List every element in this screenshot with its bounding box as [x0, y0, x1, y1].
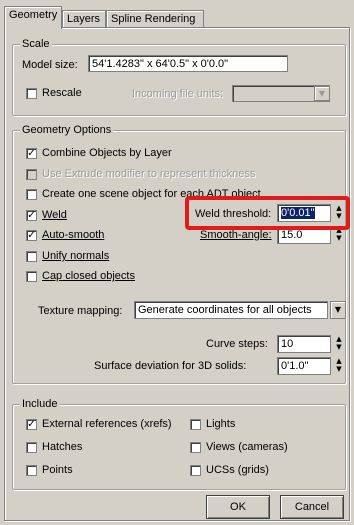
- smooth-angle-value: 15.0: [281, 229, 303, 241]
- cap-closed-objects-label-text: Cap closed objects: [42, 270, 135, 282]
- smooth-angle-label: Smooth-angle:: [200, 228, 272, 242]
- texture-mapping-value: Generate coordinates for all objects: [138, 304, 312, 316]
- rescale-checkbox[interactable]: [26, 88, 37, 99]
- scale-legend: Scale: [20, 38, 52, 51]
- one-scene-object-checkbox[interactable]: [26, 189, 37, 200]
- points-checkbox[interactable]: [26, 465, 37, 476]
- auto-smooth-label: Auto-smooth: [42, 228, 104, 242]
- geometry-options-legend: Geometry Options: [20, 124, 114, 137]
- surface-deviation-value: 0'1.0": [281, 360, 309, 372]
- texture-mapping-dropdown-icon[interactable]: ▼: [330, 301, 346, 319]
- tab-layers-label: Layers: [67, 13, 101, 25]
- hatches-label: Hatches: [42, 441, 83, 453]
- surface-deviation-input[interactable]: 0'1.0": [277, 357, 331, 375]
- unify-normals-label: Unify normals: [42, 249, 109, 263]
- cap-closed-objects-checkbox[interactable]: [26, 271, 37, 282]
- spin-down-icon[interactable]: ▼: [334, 235, 344, 243]
- include-legend: Include: [20, 398, 60, 411]
- spin-down-icon[interactable]: ▼: [334, 366, 344, 374]
- xrefs-checkbox[interactable]: ✓: [26, 419, 37, 430]
- auto-smooth-checkbox[interactable]: ✓: [26, 230, 37, 241]
- lights-label: Lights: [206, 418, 236, 430]
- smooth-angle-label-text: Smooth-angle:: [200, 229, 272, 241]
- texture-mapping-select[interactable]: Generate coordinates for all objects: [134, 301, 328, 319]
- unify-normals-label-text: Unify normals: [42, 250, 110, 262]
- ucs-checkbox[interactable]: [190, 465, 201, 476]
- xrefs-label: External references (xrefs): [42, 418, 172, 430]
- use-extrude-label: Use Extrude modifier to represent thickn…: [42, 168, 256, 180]
- incoming-units-dropdown-icon[interactable]: ▼: [314, 86, 330, 101]
- tab-spline-rendering[interactable]: Spline Rendering: [106, 10, 204, 28]
- model-size-field: 54'1.4283" x 64'0.5" x 0'0.0": [88, 55, 288, 72]
- curve-steps-value: 10: [281, 338, 294, 350]
- weld-label-text: Weld: [42, 209, 67, 221]
- surface-deviation-label: Surface deviation for 3D solids:: [94, 360, 247, 372]
- combine-objects-checkbox[interactable]: ✓: [26, 148, 37, 159]
- points-label: Points: [42, 464, 73, 476]
- use-extrude-checkbox[interactable]: [26, 169, 37, 180]
- model-size-value: 54'1.4283" x 64'0.5" x 0'0.0": [92, 58, 229, 70]
- curve-steps-label: Curve steps:: [206, 338, 268, 350]
- cap-closed-objects-label: Cap closed objects: [42, 269, 135, 283]
- hatches-checkbox[interactable]: [26, 442, 37, 453]
- combine-objects-label: Combine Objects by Layer: [42, 147, 172, 159]
- tab-layers[interactable]: Layers: [62, 10, 106, 28]
- tab-spline-rendering-label: Spline Rendering: [111, 13, 196, 25]
- auto-smooth-label-text: Auto-smooth: [42, 229, 105, 241]
- ucs-label: UCSs (grids): [206, 464, 269, 476]
- ok-button[interactable]: OK: [206, 495, 270, 519]
- curve-steps-spinner[interactable]: ▲ ▼: [334, 336, 344, 352]
- weld-threshold-highlight: [185, 196, 350, 230]
- spin-down-icon[interactable]: ▼: [334, 344, 344, 352]
- cancel-button[interactable]: Cancel: [280, 495, 344, 519]
- unify-normals-checkbox[interactable]: [26, 251, 37, 262]
- views-checkbox[interactable]: [190, 442, 201, 453]
- incoming-units-label: Incoming file units:: [132, 88, 224, 100]
- tab-geometry[interactable]: Geometry: [4, 6, 62, 29]
- rescale-label: Rescale: [42, 87, 82, 99]
- curve-steps-input[interactable]: 10: [277, 335, 331, 353]
- weld-checkbox[interactable]: ✓: [26, 210, 37, 221]
- model-size-label: Model size:: [22, 59, 78, 71]
- lights-checkbox[interactable]: [190, 419, 201, 430]
- tab-geometry-label: Geometry: [9, 9, 58, 21]
- surface-deviation-spinner[interactable]: ▲ ▼: [334, 358, 344, 374]
- weld-label: Weld: [42, 208, 67, 222]
- texture-mapping-label: Texture mapping:: [38, 305, 123, 317]
- views-label: Views (cameras): [206, 441, 288, 453]
